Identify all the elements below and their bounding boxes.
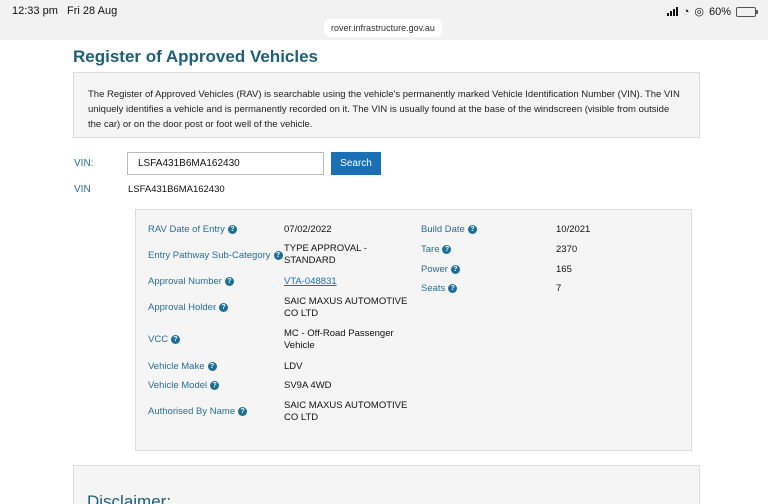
power-value: 165	[556, 264, 572, 275]
power-label: Power?	[421, 264, 460, 275]
vehicle-details-panel: RAV Date of Entry? 07/02/2022 Entry Path…	[135, 209, 692, 451]
help-icon[interactable]: ?	[171, 335, 181, 344]
build-date-label: Build Date?	[421, 224, 477, 235]
rav-date-value: 07/02/2022	[284, 224, 332, 235]
intro-text: The Register of Approved Vehicles (RAV) …	[88, 89, 680, 130]
page-title: Register of Approved Vehicles	[73, 47, 318, 66]
status-time: 12:33 pm Fri 28 Aug	[12, 5, 118, 17]
help-icon[interactable]: ?	[467, 225, 477, 234]
tare-label: Tare?	[421, 244, 452, 255]
help-icon[interactable]: ?	[207, 362, 217, 371]
pathway-value: TYPE APPROVAL - STANDARD	[284, 243, 367, 266]
help-icon[interactable]: ?	[224, 277, 234, 286]
vehicle-make-value: LDV	[284, 361, 303, 372]
pathway-label: Entry Pathway Sub-Category?	[148, 250, 283, 261]
disclaimer-title: Disclaimer:	[87, 492, 172, 504]
browser-bar: rover.infrastructure.gov.au	[0, 19, 768, 40]
battery-percent: 60%	[708, 5, 731, 18]
vin-input[interactable]	[127, 152, 324, 175]
wifi-icon: ◔	[682, 5, 690, 18]
url-field[interactable]: rover.infrastructure.gov.au	[324, 19, 442, 37]
help-icon[interactable]: ?	[442, 245, 452, 254]
vin-result-value: LSFA431B6MA162430	[128, 184, 225, 195]
vehicle-model-label: Vehicle Model?	[148, 380, 220, 391]
authorised-by-label: Authorised By Name?	[148, 406, 248, 417]
battery-icon	[736, 6, 758, 17]
seats-value: 7	[556, 283, 562, 294]
disclaimer-panel: Disclaimer:	[73, 465, 700, 504]
approval-number-link[interactable]: VTA-048831	[284, 276, 337, 288]
help-icon[interactable]: ?	[273, 251, 283, 260]
help-icon[interactable]: ?	[227, 225, 237, 234]
seats-label: Seats?	[421, 283, 458, 294]
vin-search-label: VIN:	[74, 158, 94, 169]
build-date-value: 10/2021	[556, 224, 591, 235]
status-right: ◔ ◎ 60%	[666, 5, 758, 18]
vehicle-model-value: SV9A 4WD	[284, 380, 332, 391]
vehicle-make-label: Vehicle Make?	[148, 361, 217, 372]
help-icon[interactable]: ?	[450, 265, 460, 274]
help-icon[interactable]: ?	[210, 381, 220, 390]
tare-value: 2370	[556, 244, 578, 255]
vin-result-label: VIN	[74, 184, 91, 195]
vcc-label: VCC?	[148, 334, 181, 345]
rav-date-label: RAV Date of Entry?	[148, 224, 237, 235]
approval-holder-value: SAIC MAXUS AUTOMOTIVE CO LTD	[284, 296, 408, 319]
search-button[interactable]: Search	[331, 152, 381, 175]
intro-panel: The Register of Approved Vehicles (RAV) …	[73, 72, 700, 138]
rotation-lock-icon: ◎	[694, 6, 704, 18]
approval-number-label: Approval Number?	[148, 276, 234, 287]
signal-icon	[666, 7, 678, 16]
help-icon[interactable]: ?	[219, 303, 229, 312]
vcc-value: MC - Off-Road Passenger Vehicle	[284, 328, 394, 351]
help-icon[interactable]: ?	[238, 407, 248, 416]
authorised-by-value: SAIC MAXUS AUTOMOTIVE CO LTD	[284, 400, 408, 423]
approval-holder-label: Approval Holder?	[148, 302, 229, 313]
help-icon[interactable]: ?	[448, 284, 458, 293]
